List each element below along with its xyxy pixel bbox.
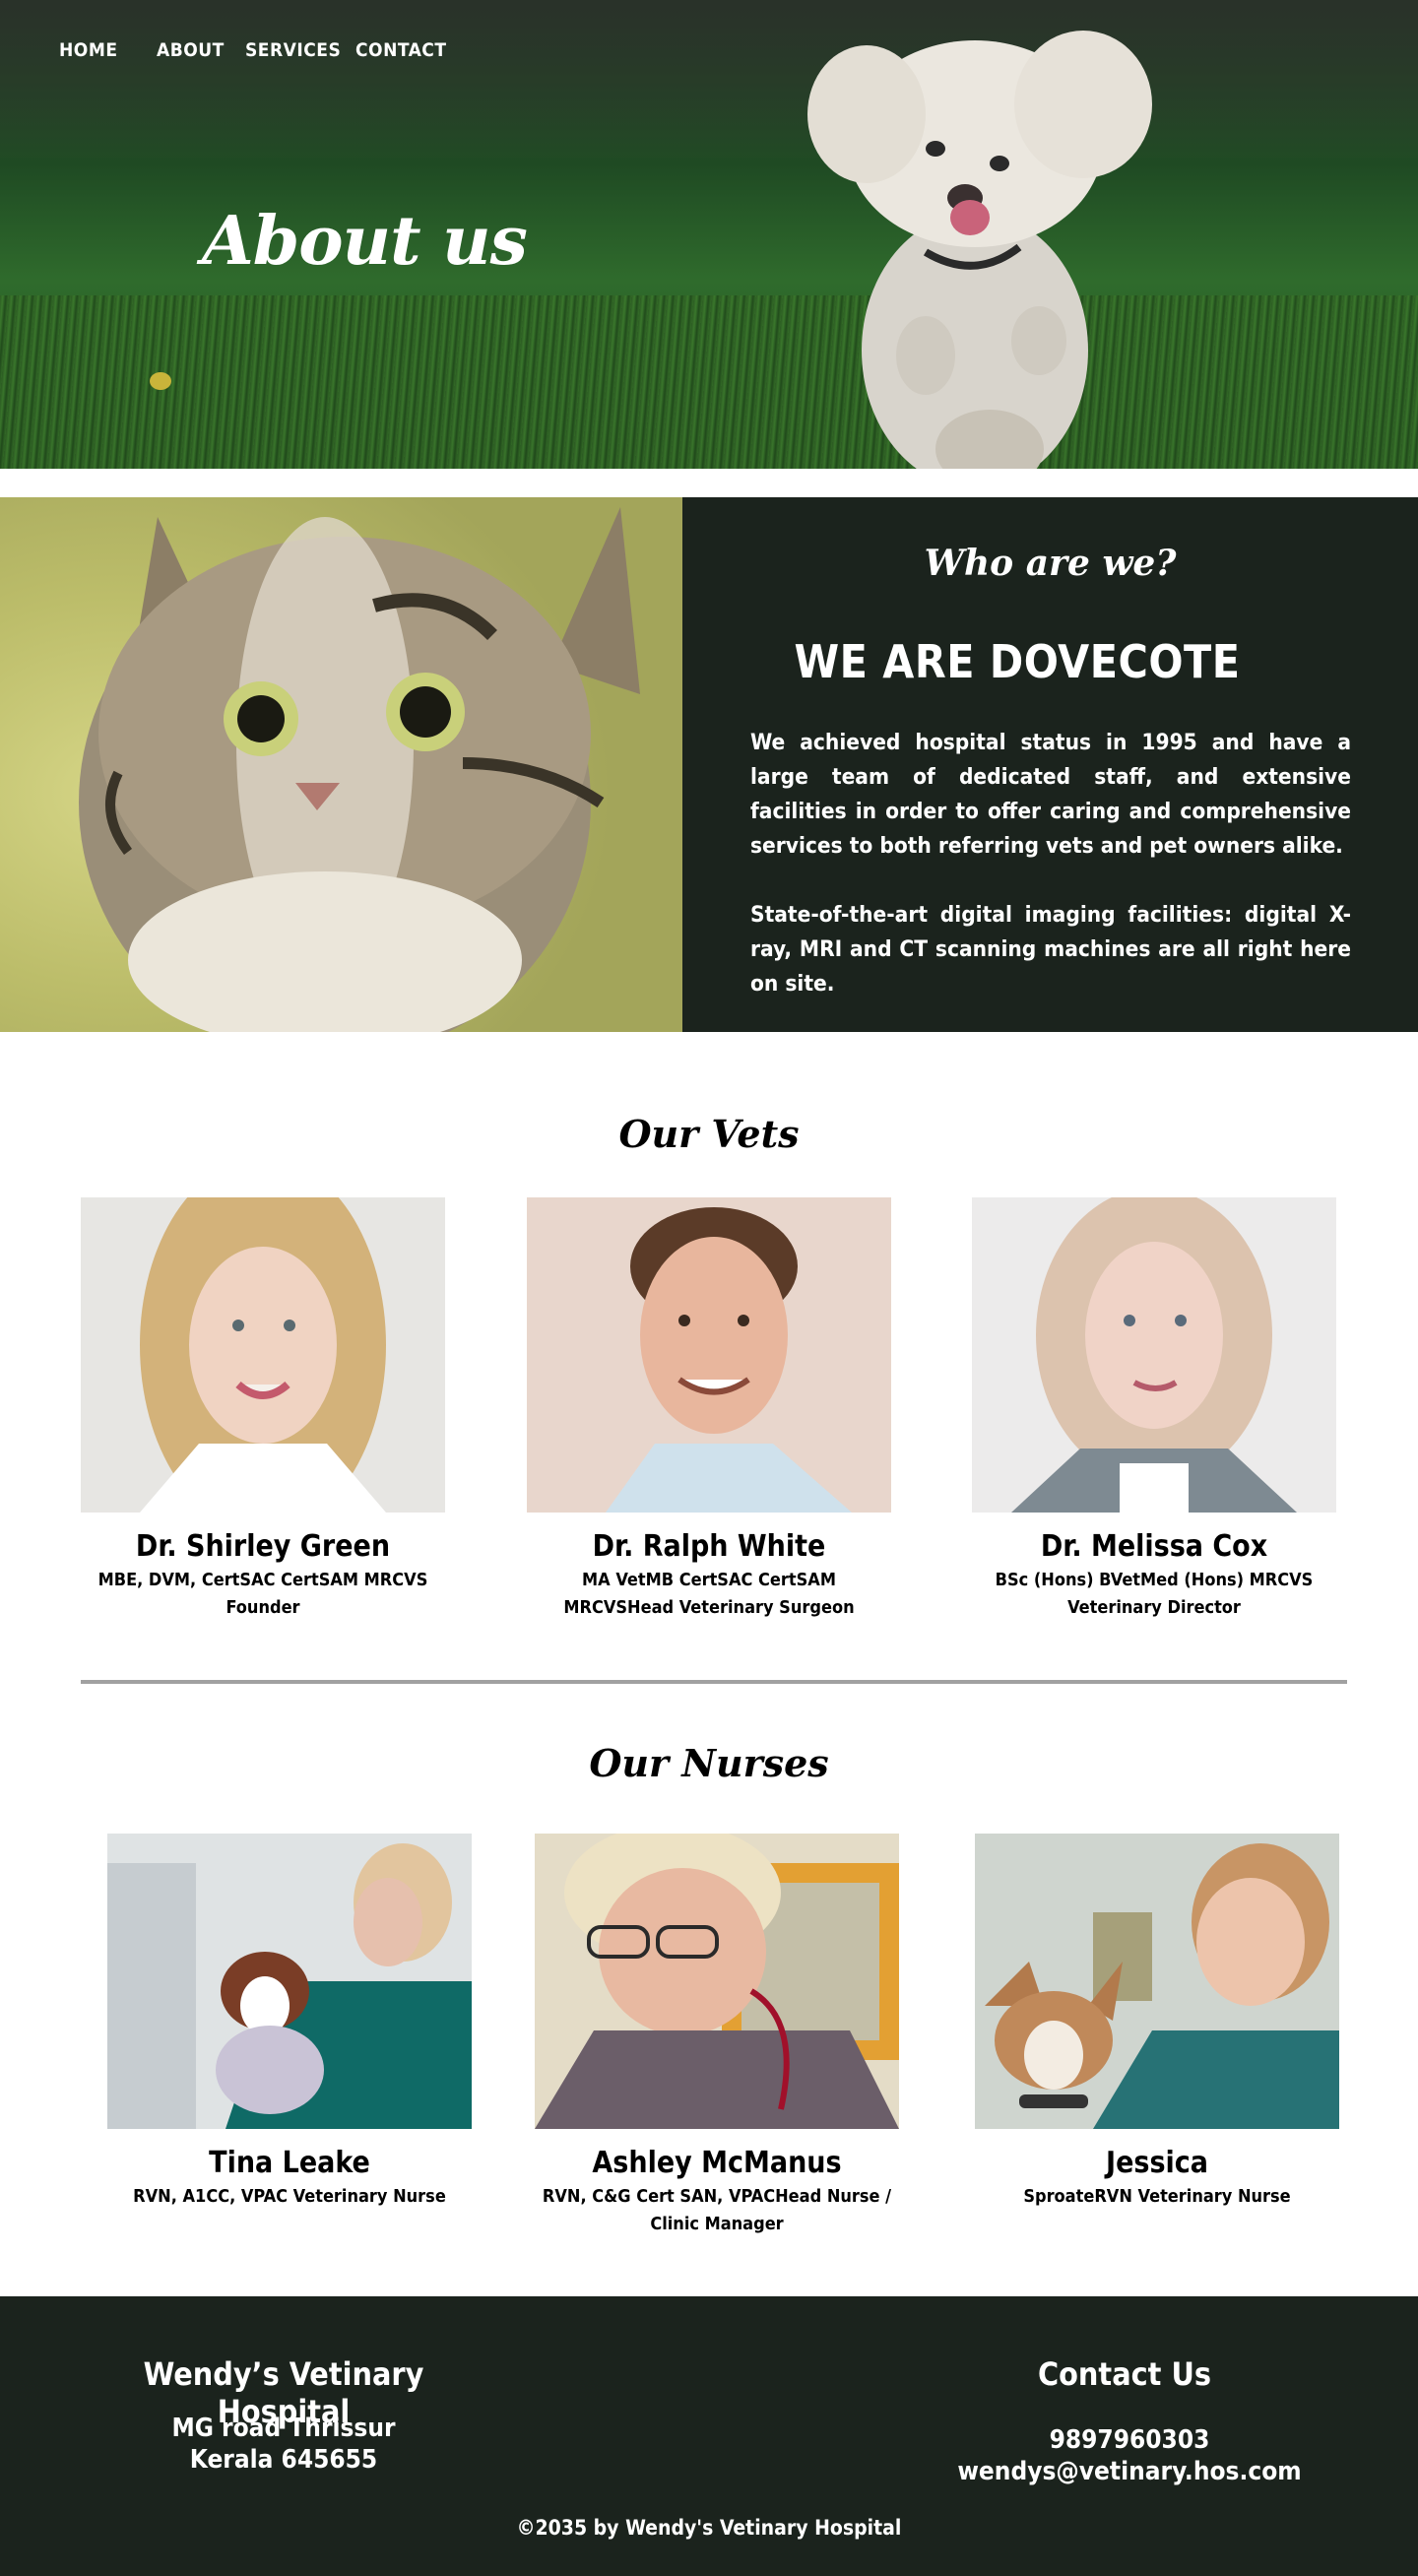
nurse-card: Jessica SproateRVN Veterinary Nurse [975, 1834, 1339, 2211]
footer-address: MG road Thrissur Kerala 645655 [87, 2413, 481, 2476]
about-paragraph-2: State-of-the-art digital imaging facilit… [750, 902, 1351, 997]
vet-photo [81, 1197, 445, 1513]
footer-address-line1: MG road Thrissur [171, 2414, 396, 2443]
nurse-name: Jessica [1106, 2146, 1208, 2180]
page-title: About us [202, 202, 528, 281]
nurse-photo [107, 1834, 472, 2129]
nurses-section-title: Our Nurses [589, 1741, 829, 1785]
vet-photo [527, 1197, 891, 1513]
footer-contact: 9897960303 wendys@vetinary.hos.com [933, 2424, 1326, 2487]
dog-photo [807, 31, 1152, 469]
footer-copyright: ©2035 by Wendy's Vetinary Hospital [516, 2516, 902, 2540]
hero-banner: HOME ABOUT SERVICES CONTACT About us [0, 0, 1418, 469]
nav-home-link[interactable]: HOME [59, 39, 157, 61]
nav-about-link[interactable]: ABOUT [157, 39, 245, 61]
vet-name: Dr. Ralph White [592, 1529, 826, 1564]
hero-background [0, 0, 1418, 158]
vet-card: Dr. Melissa Cox BSc (Hons) BVetMed (Hons… [972, 1197, 1336, 1622]
vet-name: Dr. Melissa Cox [1040, 1529, 1268, 1564]
vet-name: Dr. Shirley Green [135, 1529, 391, 1564]
vet-photo [972, 1197, 1336, 1513]
cat-photo [0, 497, 682, 1032]
about-title: WE ARE DOVECOTE [794, 635, 1241, 688]
nurse-role: RVN, A1CC, VPAC Veterinary Nurse [133, 2186, 446, 2207]
vet-card: Dr. Ralph White MA VetMB CertSAC CertSAM… [527, 1197, 891, 1622]
footer-address-line2: Kerala 645655 [189, 2445, 378, 2475]
nav-contact-link[interactable]: CONTACT [355, 39, 447, 61]
vet-role: MA VetMB CertSAC CertSAM MRCVSHead Veter… [563, 1570, 855, 1618]
vet-role: BSc (Hons) BVetMed (Hons) MRCVS Veterina… [995, 1570, 1314, 1618]
nurse-photo [535, 1834, 899, 2129]
about-paragraph-1: We achieved hospital status in 1995 and … [750, 730, 1351, 859]
vet-role: MBE, DVM, CertSAC CertSAM MRCVS Founder [97, 1570, 428, 1618]
nurse-card: Tina Leake RVN, A1CC, VPAC Veterinary Nu… [107, 1834, 472, 2211]
footer-contact-title: Contact Us [1038, 2355, 1211, 2393]
about-section: Who are we? WE ARE DOVECOTE We achieved … [0, 497, 1418, 1032]
nav-services-link[interactable]: SERVICES [245, 39, 355, 61]
nurse-name: Tina Leake [209, 2146, 370, 2180]
vet-card: Dr. Shirley Green MBE, DVM, CertSAC Cert… [81, 1197, 445, 1622]
nurse-card: Ashley McManus RVN, C&G Cert SAN, VPACHe… [535, 1834, 899, 2238]
main-nav: HOME ABOUT SERVICES CONTACT [59, 39, 447, 61]
section-divider [81, 1680, 1347, 1684]
footer-phone[interactable]: 9897960303 [933, 2424, 1326, 2456]
about-subtitle: Who are we? [924, 543, 1177, 584]
vets-section-title: Our Vets [618, 1112, 800, 1156]
nurse-role: SproateRVN Veterinary Nurse [1023, 2186, 1291, 2207]
hero-flower [150, 372, 171, 390]
nurse-photo [975, 1834, 1339, 2129]
site-footer: Wendy’s Vetinary Hospital MG road Thriss… [0, 2296, 1418, 2576]
hero-grass [0, 295, 1418, 469]
nurse-role: RVN, C&G Cert SAN, VPACHead Nurse / Clin… [542, 2186, 892, 2234]
nurse-name: Ashley McManus [592, 2146, 842, 2180]
footer-email[interactable]: wendys@vetinary.hos.com [933, 2456, 1326, 2487]
